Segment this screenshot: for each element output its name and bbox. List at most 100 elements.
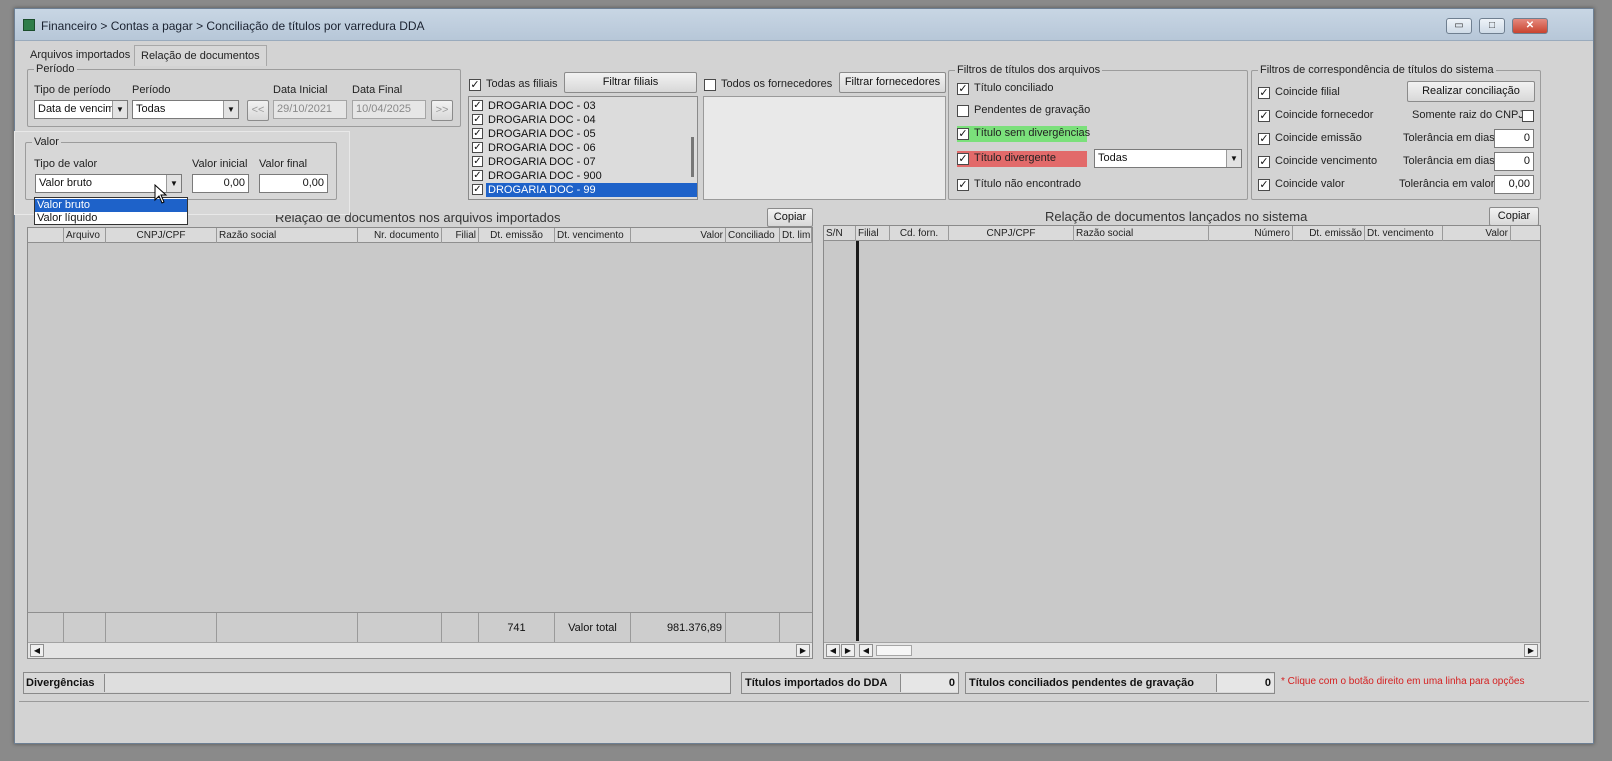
col-header[interactable]: Valor xyxy=(1443,226,1511,241)
documentos-sistema-table[interactable]: S/N Filial Cd. forn. CNPJ/CPF Razão soci… xyxy=(823,225,1541,659)
titulo-conciliado-checkbox[interactable]: ✓ Título conciliado xyxy=(957,81,1097,97)
horizontal-scrollbar[interactable]: ◀ ▶ ◀ ▶ xyxy=(824,642,1540,658)
tab-relacao-documentos[interactable]: Relação de documentos xyxy=(134,45,267,66)
todos-fornecedores-checkbox[interactable]: Todos os fornecedores xyxy=(704,77,834,93)
option-valor-liquido[interactable]: Valor líquido xyxy=(35,212,187,225)
periodo-select[interactable]: Todas ▼ xyxy=(132,100,239,119)
filiais-list[interactable]: ✓ DROGARIA DOC - 03 ✓ DROGARIA DOC - 04 ✓ D… xyxy=(468,96,698,200)
copiar-right-button[interactable]: Copiar xyxy=(1489,207,1539,226)
todas-filiais-checkbox[interactable]: ✓ Todas as filiais xyxy=(469,77,559,93)
filial-item[interactable]: ✓ DROGARIA DOC - 06 xyxy=(469,141,697,155)
col-header[interactable] xyxy=(28,228,64,243)
data-inicial-field[interactable]: 29/10/2021 xyxy=(273,100,347,119)
scroll-right-icon[interactable]: ▶ xyxy=(796,644,810,657)
filial-item-selected[interactable]: ✓ DROGARIA DOC - 99 xyxy=(469,183,697,197)
scroll-left-icon[interactable]: ◀ xyxy=(859,644,873,657)
col-header[interactable]: Dt. vencimento xyxy=(1365,226,1443,241)
valor-final-label: Valor final xyxy=(259,158,308,170)
col-header[interactable]: Valor xyxy=(631,228,726,243)
col-header[interactable]: CNPJ/CPF xyxy=(106,228,217,243)
divider xyxy=(19,701,1589,702)
filial-item[interactable]: ✓ DROGARIA DOC - 900 xyxy=(469,169,697,183)
col-header[interactable]: Dt. lim xyxy=(780,228,812,243)
filial-item-label: DROGARIA DOC - 07 xyxy=(488,156,596,168)
next-period-button[interactable]: >> xyxy=(431,100,453,121)
list-scrollbar[interactable] xyxy=(691,137,694,177)
divergencia-tipo-select[interactable]: Todas ▼ xyxy=(1094,149,1242,168)
valor-final-field[interactable]: 0,00 xyxy=(259,174,328,193)
valor-inicial-label: Valor inicial xyxy=(192,158,248,170)
filtrar-fornecedores-button[interactable]: Filtrar fornecedores xyxy=(839,72,946,93)
coincide-fornecedor-checkbox[interactable]: ✓ Coincide fornecedor xyxy=(1258,108,1378,124)
tab-arquivos-importados[interactable]: Arquivos importados xyxy=(30,49,130,61)
col-header[interactable]: Filial xyxy=(856,226,890,241)
checkbox-unchecked-icon xyxy=(704,79,716,91)
filial-item[interactable]: ✓ DROGARIA DOC - 04 xyxy=(469,113,697,127)
col-header[interactable]: Cd. forn. xyxy=(890,226,949,241)
data-final-field[interactable]: 10/04/2025 xyxy=(352,100,426,119)
titulos-importados-label: Títulos importados do DDA xyxy=(745,677,888,689)
checkbox-checked-icon: ✓ xyxy=(957,128,969,140)
documentos-arquivos-table[interactable]: Arquivo CNPJ/CPF Razão social Nr. docume… xyxy=(27,227,813,659)
col-header[interactable]: Número xyxy=(1209,226,1293,241)
scroll-right-icon[interactable]: ▶ xyxy=(1524,644,1538,657)
close-button[interactable]: ✕ xyxy=(1512,18,1548,34)
tolerancia-dias-label: Tolerância em dias xyxy=(1403,132,1495,144)
filial-item[interactable]: ✓ DROGARIA DOC - 03 xyxy=(469,99,697,113)
tolerancia-dias-emissao-field[interactable]: 0 xyxy=(1494,129,1534,148)
col-header[interactable]: Razão social xyxy=(217,228,358,243)
col-header[interactable]: S/N xyxy=(824,226,856,241)
checkbox-checked-icon: ✓ xyxy=(1258,87,1270,99)
horizontal-scrollbar[interactable]: ◀ ▶ xyxy=(28,642,812,658)
coincide-valor-checkbox[interactable]: ✓ Coincide valor xyxy=(1258,177,1368,193)
scroll-right-icon[interactable]: ▶ xyxy=(841,644,855,657)
coincide-filial-checkbox[interactable]: ✓ Coincide filial xyxy=(1258,85,1368,101)
minimize-button[interactable]: ▭ xyxy=(1446,18,1472,34)
titulo-sem-divergencias-checkbox[interactable]: ✓ Título sem divergências xyxy=(957,126,1090,142)
footer-cell xyxy=(217,613,358,643)
filial-item[interactable]: ✓ DROGARIA DOC - 05 xyxy=(469,127,697,141)
checkbox-checked-icon: ✓ xyxy=(957,83,969,95)
footer-cell xyxy=(106,613,217,643)
col-header[interactable]: Filial xyxy=(442,228,479,243)
valor-inicial-field[interactable]: 0,00 xyxy=(192,174,249,193)
checkbox-checked-icon: ✓ xyxy=(1258,133,1270,145)
scroll-thumb[interactable] xyxy=(876,645,912,656)
periodo-legend: Período xyxy=(34,63,77,75)
scroll-left-icon[interactable]: ◀ xyxy=(30,644,44,657)
col-header[interactable]: CNPJ/CPF xyxy=(949,226,1074,241)
titulo-divergente-checkbox[interactable]: ✓ Título divergente xyxy=(957,151,1087,167)
table-footer: 741 Valor total 981.376,89 xyxy=(28,612,812,643)
somente-raiz-checkbox[interactable] xyxy=(1522,110,1534,122)
pendentes-gravacao-checkbox[interactable]: Pendentes de gravação xyxy=(957,103,1107,119)
col-header[interactable]: Nr. documento xyxy=(358,228,442,243)
divergencia-tipo-value: Todas xyxy=(1098,152,1128,164)
fornecedores-list[interactable] xyxy=(703,96,946,200)
col-header[interactable]: Razão social xyxy=(1074,226,1209,241)
filial-item[interactable]: ✓ DROGARIA DOC - 07 xyxy=(469,155,697,169)
copiar-left-button[interactable]: Copiar xyxy=(767,208,813,227)
col-header[interactable]: Dt. vencimento xyxy=(555,228,631,243)
coincide-emissao-label: Coincide emissão xyxy=(1275,132,1362,144)
coincide-vencimento-checkbox[interactable]: ✓ Coincide vencimento xyxy=(1258,154,1388,170)
maximize-button[interactable]: □ xyxy=(1479,18,1505,34)
col-header[interactable]: Arquivo xyxy=(64,228,106,243)
tolerancia-valor-field[interactable]: 0,00 xyxy=(1494,175,1534,194)
scroll-left-icon[interactable]: ◀ xyxy=(826,644,840,657)
checkbox-checked-icon: ✓ xyxy=(472,114,483,125)
realizar-conciliacao-button[interactable]: Realizar conciliação xyxy=(1407,81,1535,102)
titulo-nao-encontrado-checkbox[interactable]: ✓ Título não encontrado xyxy=(957,177,1097,193)
tipo-periodo-select[interactable]: Data de vencim ▼ xyxy=(34,100,128,119)
col-header[interactable]: Dt. emissão xyxy=(479,228,555,243)
filtrar-filiais-button[interactable]: Filtrar filiais xyxy=(564,72,697,93)
chevron-down-icon: ▼ xyxy=(166,175,181,192)
tolerancia-dias-label: Tolerância em dias xyxy=(1403,155,1495,167)
checkbox-checked-icon: ✓ xyxy=(472,156,483,167)
coincide-emissao-checkbox[interactable]: ✓ Coincide emissão xyxy=(1258,131,1378,147)
col-header[interactable]: Conciliado xyxy=(726,228,780,243)
checkbox-checked-icon: ✓ xyxy=(1258,110,1270,122)
titulos-pendentes-bar: Títulos conciliados pendentes de gravaçã… xyxy=(965,672,1275,694)
tolerancia-dias-vencimento-field[interactable]: 0 xyxy=(1494,152,1534,171)
col-header[interactable]: Dt. emissão xyxy=(1293,226,1365,241)
previous-period-button[interactable]: << xyxy=(247,100,269,121)
